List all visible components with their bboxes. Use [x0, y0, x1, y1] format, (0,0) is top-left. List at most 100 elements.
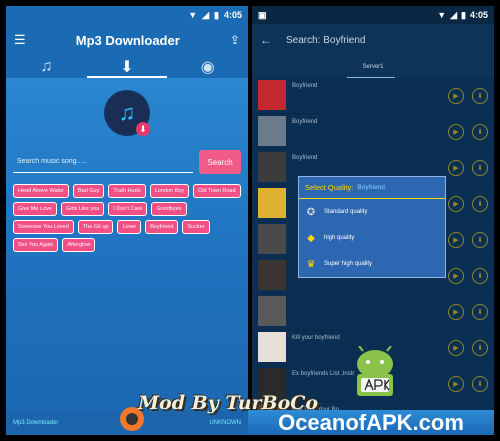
player-artist: UNKNOWN	[209, 420, 241, 426]
download-icon[interactable]: ⬇	[472, 124, 488, 140]
download-icon[interactable]: ⬇	[472, 376, 488, 392]
battery-icon: ▮	[214, 9, 219, 20]
result-row[interactable]: Boyfriend ▶ ⬇	[252, 114, 494, 150]
search-title: Search: Boyfriend	[286, 34, 366, 46]
quality-dialog-header: Select Quality: Boyfriend	[299, 177, 445, 199]
play-icon[interactable]: ▶	[448, 160, 464, 176]
diamond-icon: ◆	[307, 232, 315, 244]
result-thumbnail	[258, 152, 286, 182]
app-logo: ♫ ⬇	[106, 92, 150, 136]
song-chip[interactable]: Afterglow	[62, 238, 96, 252]
app-bar: ☰ Mp3 Downloader ⇪	[6, 24, 248, 56]
tab-library[interactable]: ◉	[167, 56, 248, 78]
app-title: Mp3 Downloader	[75, 32, 180, 48]
result-title: Boyfriend	[292, 83, 318, 89]
server-label: Server1	[362, 64, 384, 70]
result-row[interactable]: Boyfriend ▶ ⬇	[252, 78, 494, 114]
tab-download[interactable]: ⬇	[86, 56, 168, 78]
song-chip[interactable]: Old Town Road	[193, 184, 241, 198]
download-icon[interactable]: ⬇	[472, 268, 488, 284]
song-chip[interactable]: Girls Like you	[60, 202, 105, 216]
download-icon[interactable]: ⬇	[472, 88, 488, 104]
status-time: 4:05	[469, 10, 488, 20]
song-chip[interactable]: London Boy	[149, 184, 190, 198]
result-title: Boyfriend	[292, 155, 318, 161]
search-input[interactable]	[13, 151, 193, 173]
download-badge-icon: ⬇	[136, 122, 150, 136]
song-chip[interactable]: Boyfriend	[145, 220, 179, 234]
music-icon: ♫	[40, 58, 53, 75]
option-label: high quality	[324, 235, 355, 241]
result-thumbnail	[258, 188, 286, 218]
play-icon[interactable]: ▶	[448, 268, 464, 284]
song-chip[interactable]: Bad Guy	[72, 184, 105, 198]
status-bar: ▣ ▼ ◢ ▮ 4:05	[252, 6, 494, 24]
result-thumbnail	[258, 296, 286, 326]
result-thumbnail	[258, 80, 286, 110]
download-icon[interactable]: ⬇	[472, 340, 488, 356]
signal-icon: ◢	[202, 9, 210, 20]
option-label: Standard quality	[324, 209, 368, 215]
crown-icon: ♛	[306, 258, 316, 270]
signal-icon: ◢	[450, 9, 458, 20]
share-icon[interactable]: ⇪	[230, 33, 240, 47]
play-icon[interactable]: ▶	[448, 196, 464, 212]
song-chip[interactable]: Truth Hurts	[108, 184, 146, 198]
play-icon[interactable]: ▶	[448, 376, 464, 392]
download-icon[interactable]: ⬇	[472, 232, 488, 248]
song-chip[interactable]: The Git up	[77, 220, 114, 234]
disc-icon	[126, 413, 138, 425]
quality-dialog-query: Boyfriend	[357, 184, 385, 191]
song-chip[interactable]: Lover	[117, 220, 142, 234]
download-icon[interactable]: ⬇	[472, 196, 488, 212]
tab-bar: ♫ ⬇ ◉	[6, 56, 248, 78]
play-icon[interactable]: ▶	[448, 232, 464, 248]
download-icon[interactable]: ⬇	[472, 160, 488, 176]
back-arrow-icon[interactable]: ←	[260, 33, 272, 47]
quality-dialog: Select Quality: Boyfriend ✪ Standard qua…	[298, 176, 446, 278]
play-icon[interactable]: ▶	[448, 304, 464, 320]
result-thumbnail	[258, 116, 286, 146]
status-bar: ▼ ◢ ▮ 4:05	[6, 6, 248, 24]
suggestion-chips: Head Above Water Bad Guy Truth Hurts London…	[13, 184, 241, 252]
song-chip[interactable]: Sex You Again	[13, 238, 59, 252]
song-chip[interactable]: Someone You Loved	[13, 220, 74, 234]
song-chip[interactable]: I Don't Care	[108, 202, 148, 216]
song-chip[interactable]: Head Above Water	[13, 184, 69, 198]
menu-icon[interactable]: ☰	[14, 32, 26, 48]
download-icon: ⬇	[120, 59, 134, 76]
battery-icon: ▮	[461, 9, 466, 20]
play-icon[interactable]: ▶	[448, 88, 464, 104]
search-button[interactable]: Search	[199, 150, 241, 174]
result-thumbnail	[258, 260, 286, 290]
wifi-icon: ▼	[437, 10, 447, 20]
song-chip[interactable]: Give Me Love	[13, 202, 57, 216]
tab-music[interactable]: ♫	[6, 56, 87, 78]
left-screen: ▼ ◢ ▮ 4:05 ☰ Mp3 Downloader ⇪ ♫ ⬇ ◉ ♫ ⬇ …	[6, 6, 248, 435]
status-time: 4:05	[223, 10, 242, 20]
option-super-high-quality[interactable]: ♛ Super high quality	[299, 251, 445, 277]
result-title: Kill your boyfriend	[292, 335, 340, 341]
oceanofapk-brand: OceanofAPK.com	[248, 410, 494, 435]
song-chip[interactable]: Goodbyes	[151, 202, 187, 216]
option-label: Super high quality	[324, 261, 373, 267]
play-icon[interactable]: ▶	[448, 124, 464, 140]
image-icon: ▣	[258, 9, 267, 20]
tab-server1[interactable]: Server1	[252, 56, 494, 78]
song-chip[interactable]: Sucker	[182, 220, 210, 234]
result-title: Boyfriend	[292, 119, 318, 125]
play-icon[interactable]: ▶	[448, 340, 464, 356]
app-bar: ← Search: Boyfriend	[252, 24, 494, 56]
result-thumbnail	[258, 332, 286, 362]
option-standard-quality[interactable]: ✪ Standard quality	[299, 199, 445, 225]
quality-dialog-title: Select Quality:	[305, 183, 354, 192]
result-row[interactable]: ▶ ⬇	[252, 294, 494, 330]
download-icon[interactable]: ⬇	[472, 304, 488, 320]
player-app-label: Mp3 Downloader	[13, 420, 59, 426]
medal-icon: ✪	[306, 206, 316, 218]
option-high-quality[interactable]: ◆ high quality	[299, 225, 445, 251]
music-note-icon: ♫	[118, 100, 136, 125]
result-thumbnail	[258, 224, 286, 254]
disc-icon: ◉	[200, 59, 215, 76]
android-apk-logo-icon	[357, 346, 393, 396]
